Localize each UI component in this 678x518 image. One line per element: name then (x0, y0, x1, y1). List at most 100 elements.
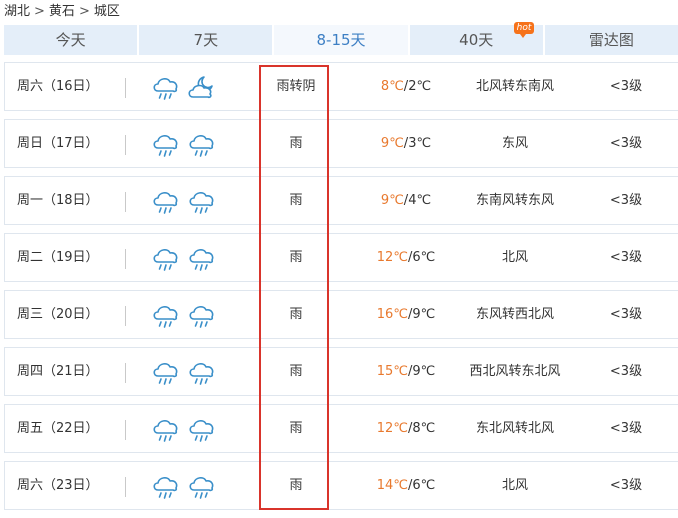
breadcrumb-district: 城区 (93, 4, 120, 19)
wind-direction: 东北风转北风 (475, 421, 554, 436)
rain-cloud-icon (151, 245, 187, 273)
weather-text: 雨转阴 (276, 79, 316, 94)
weather-text: 雨 (289, 421, 303, 436)
weather-text: 雨 (289, 136, 303, 151)
forecast-row[interactable]: 周六（16日） 雨转阴 8℃/2℃ 北风转东南风 <3级 (4, 62, 678, 111)
wind-level: <3级 (609, 250, 643, 265)
weather-icons (151, 245, 223, 273)
wind-direction: 北风 (501, 250, 528, 265)
wind-direction: 东风 (501, 136, 528, 151)
low-temp: 9℃ (412, 307, 436, 322)
temperature: 9℃/3℃ (361, 120, 451, 167)
high-temp: 12℃ (376, 250, 408, 265)
rain-cloud-icon (151, 302, 187, 330)
rain-cloud-icon (151, 359, 187, 387)
tab-today[interactable]: 今天 (4, 25, 140, 55)
low-temp: 6℃ (412, 250, 436, 265)
day-label: 周二（19日） (17, 250, 99, 265)
day-label: 周六（23日） (17, 478, 99, 493)
breadcrumb-city[interactable]: 黄石 (49, 4, 75, 19)
forecast-row[interactable]: 周三（20日） 雨 16℃/9℃ 东风转西北风 <3级 (4, 290, 678, 339)
weather-text: 雨 (289, 250, 303, 265)
breadcrumb-separator: > (34, 4, 45, 19)
divider (125, 135, 126, 155)
day-label: 周日（17日） (17, 136, 99, 151)
divider (125, 420, 126, 440)
rain-cloud-icon (187, 302, 223, 330)
weather-icons (151, 359, 223, 387)
low-temp: 6℃ (412, 478, 436, 493)
weather-text: 雨 (289, 307, 303, 322)
weather-icons (151, 473, 223, 501)
divider (125, 249, 126, 269)
low-temp: 9℃ (412, 364, 436, 379)
rain-cloud-icon (187, 245, 223, 273)
tab-label: 今天 (55, 31, 86, 49)
rain-cloud-icon (151, 188, 187, 216)
forecast-row[interactable]: 周四（21日） 雨 15℃/9℃ 西北风转东北风 <3级 (4, 347, 678, 396)
low-temp: 2℃ (408, 79, 432, 94)
rain-cloud-icon (187, 359, 223, 387)
wind-direction: 西北风转东北风 (469, 364, 561, 379)
rain-cloud-icon (187, 131, 223, 159)
high-temp: 12℃ (376, 421, 408, 436)
divider (125, 477, 126, 497)
wind-level: <3级 (609, 136, 643, 151)
tab-label: 40天 (459, 31, 494, 49)
rain-cloud-icon (187, 416, 223, 444)
divider (125, 192, 126, 212)
moon-cloud-icon (187, 74, 223, 102)
tab-label: 8-15天 (316, 31, 366, 49)
tab-radar[interactable]: 雷达图 (544, 25, 678, 55)
tab-7-days[interactable]: 7天 (139, 25, 275, 55)
forecast-tabs: 今天 7天 8-15天 40天 hot 雷达图 (4, 22, 678, 55)
breadcrumb-province[interactable]: 湖北 (4, 4, 30, 19)
day-label: 周四（21日） (17, 364, 99, 379)
tab-8-15-days[interactable]: 8-15天 (274, 25, 410, 55)
weather-icons (151, 74, 223, 102)
wind-level: <3级 (609, 193, 643, 208)
rain-cloud-icon (151, 74, 187, 102)
wind-level: <3级 (609, 421, 643, 436)
day-label: 周三（20日） (17, 307, 99, 322)
high-temp: 9℃ (380, 136, 404, 151)
weather-text: 雨 (289, 193, 303, 208)
wind-direction: 东风转西北风 (475, 307, 554, 322)
rain-cloud-icon (151, 416, 187, 444)
forecast-row[interactable]: 周六（23日） 雨 14℃/6℃ 北风 <3级 (4, 461, 678, 510)
wind-level: <3级 (609, 79, 643, 94)
wind-direction: 北风转东南风 (475, 79, 554, 94)
forecast-row[interactable]: 周一（18日） 雨 9℃/4℃ 东南风转东风 <3级 (4, 176, 678, 225)
temperature: 9℃/4℃ (361, 177, 451, 224)
weather-icons (151, 302, 223, 330)
temperature: 12℃/8℃ (361, 405, 451, 452)
tab-40-days[interactable]: 40天 hot (409, 22, 545, 55)
temperature: 15℃/9℃ (361, 348, 451, 395)
tab-label: 雷达图 (588, 31, 634, 49)
weather-icons (151, 131, 223, 159)
forecast-row[interactable]: 周二（19日） 雨 12℃/6℃ 北风 <3级 (4, 233, 678, 282)
low-temp: 3℃ (408, 136, 432, 151)
rain-cloud-icon (187, 188, 223, 216)
temperature: 8℃/2℃ (361, 63, 451, 110)
forecast-row[interactable]: 周五（22日） 雨 12℃/8℃ 东北风转北风 <3级 (4, 404, 678, 453)
high-temp: 14℃ (376, 478, 408, 493)
weather-icons (151, 416, 223, 444)
temperature: 16℃/9℃ (361, 291, 451, 338)
hot-badge: hot (513, 22, 535, 38)
rain-cloud-icon (151, 473, 187, 501)
day-label: 周六（16日） (17, 79, 99, 94)
forecast-list: 周六（16日） 雨转阴 8℃/2℃ 北风转东南风 <3级 周日（17日）雨 9℃/3℃ 东风 <… (4, 62, 678, 518)
weather-text: 雨 (289, 364, 303, 379)
high-temp: 15℃ (376, 364, 408, 379)
rain-cloud-icon (151, 131, 187, 159)
wind-direction: 北风 (501, 478, 528, 493)
wind-level: <3级 (609, 364, 643, 379)
day-label: 周一（18日） (17, 193, 99, 208)
low-temp: 8℃ (412, 421, 436, 436)
divider (125, 78, 126, 98)
weather-text: 雨 (289, 478, 303, 493)
forecast-row[interactable]: 周日（17日） 雨 9℃/3℃ 东风 <3级 (4, 119, 678, 168)
high-temp: 9℃ (380, 193, 404, 208)
divider (125, 363, 126, 383)
